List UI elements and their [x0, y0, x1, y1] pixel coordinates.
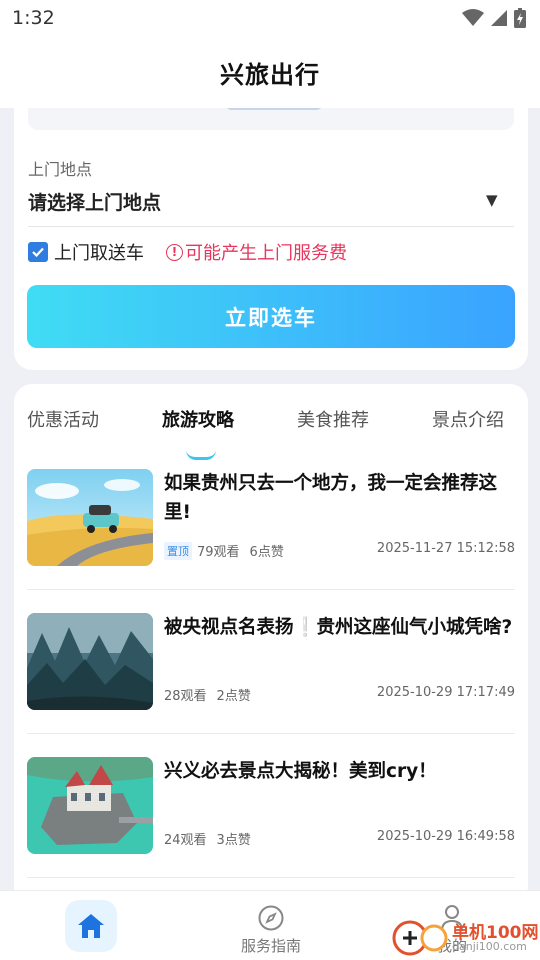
fee-note: ! 可能产生上门服务费	[166, 239, 347, 265]
nav-service-guide[interactable]: 服务指南	[232, 891, 310, 960]
like-count: 2点赞	[216, 689, 251, 704]
article-item[interactable]: 兴义必去景点大揭秘！美到cry！ 24观看 3点赞 2025-10-29 16:…	[27, 757, 515, 901]
check-icon	[32, 247, 44, 258]
article-meta: 28观看 2点赞	[164, 685, 251, 704]
article-meta: 24观看 3点赞	[164, 829, 251, 848]
app-header: 兴旅出行	[0, 36, 540, 108]
article-title: 兴义必去景点大揭秘！美到cry！	[164, 761, 437, 782]
tab-indicator	[186, 450, 216, 460]
tab-attractions[interactable]: 景点介绍	[432, 406, 504, 432]
pickup-row: 上门取送车 ! 可能产生上门服务费	[28, 240, 347, 264]
page-title: 兴旅出行	[220, 60, 320, 89]
content-card: 优惠活动 旅游攻略 美食推荐 景点介绍 如果贵州只去一个地方，我一定会推荐这里!…	[14, 384, 528, 904]
compass-icon	[258, 905, 284, 931]
article-date: 2025-10-29 16:49:58	[376, 829, 515, 844]
nav-service-guide-label: 服务指南	[240, 937, 301, 955]
like-count: 3点赞	[216, 833, 251, 848]
article-item[interactable]: 被央视点名表扬❕贵州这座仙气小城凭啥? 28观看 2点赞 2025-10-29 …	[27, 613, 515, 757]
home-icon	[78, 914, 104, 938]
select-car-button[interactable]: 立即选车	[27, 285, 515, 348]
battery-charging-icon	[514, 8, 526, 28]
like-count: 6点赞	[249, 545, 284, 560]
tab-promotions[interactable]: 优惠活动	[27, 406, 99, 432]
booking-card: 上门地点 请选择上门地点 ▼ 上门取送车 ! 可能产生上门服务费 立即选车	[14, 90, 528, 370]
watermark-url: danji100.com	[452, 940, 527, 953]
dropdown-arrow-icon[interactable]: ▼	[486, 191, 498, 209]
article-thumbnail	[27, 757, 153, 854]
tab-food[interactable]: 美食推荐	[297, 406, 369, 432]
divider	[27, 589, 515, 590]
fee-note-text: 可能产生上门服务费	[185, 243, 347, 264]
article-meta: 置顶 79观看 6点赞	[164, 541, 284, 560]
tab-bar: 优惠活动 旅游攻略 美食推荐 景点介绍	[14, 406, 528, 460]
view-count: 24观看	[164, 833, 207, 848]
signal-icon	[491, 10, 507, 26]
article-item[interactable]: 如果贵州只去一个地方，我一定会推荐这里! 置顶 79观看 6点赞 2025-11…	[27, 469, 515, 613]
pickup-checkbox[interactable]	[28, 242, 48, 262]
location-select[interactable]: 请选择上门地点	[28, 188, 161, 215]
article-thumbnail	[27, 469, 153, 566]
divider	[27, 733, 515, 734]
info-icon: !	[166, 243, 183, 261]
article-date: 2025-10-29 17:17:49	[376, 685, 515, 700]
tab-travel-guides[interactable]: 旅游攻略	[162, 406, 234, 432]
article-title: 如果贵州只去一个地方，我一定会推荐这里!	[164, 473, 498, 523]
status-icons	[462, 8, 526, 28]
nav-home[interactable]	[65, 900, 117, 952]
article-title: 被央视点名表扬❕贵州这座仙气小城凭啥?	[164, 617, 513, 638]
divider	[27, 877, 515, 878]
pickup-label: 上门取送车	[54, 243, 144, 264]
article-thumbnail	[27, 613, 153, 710]
location-label: 上门地点	[28, 160, 93, 179]
article-date: 2025-11-27 15:12:58	[376, 541, 515, 556]
divider	[28, 226, 514, 227]
status-time: 1:32	[12, 7, 55, 29]
view-count: 28观看	[164, 689, 207, 704]
status-bar: 1:32	[0, 0, 540, 36]
pinned-badge: 置顶	[164, 541, 192, 560]
watermark-logo-icon	[392, 920, 448, 956]
view-count: 79观看	[197, 545, 240, 560]
watermark: 单机100网 danji100.com	[390, 912, 540, 960]
wifi-icon	[462, 9, 484, 26]
